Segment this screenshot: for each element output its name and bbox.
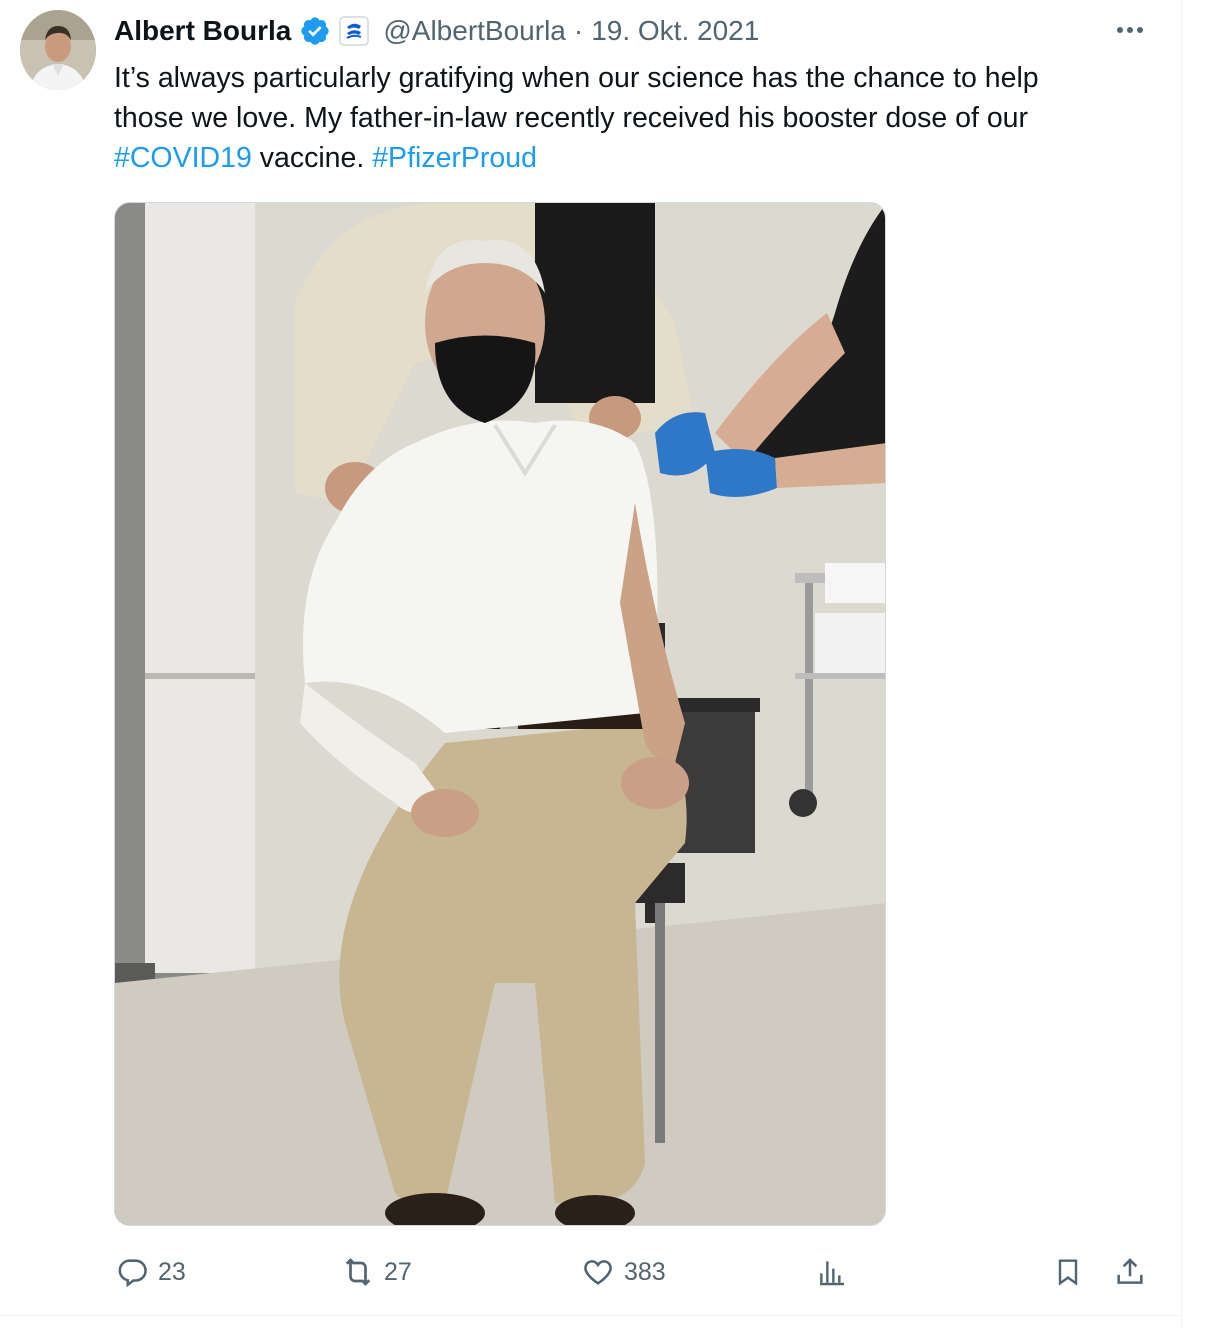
bookmark-button[interactable] [1050, 1248, 1086, 1296]
share-button[interactable] [1112, 1248, 1148, 1296]
hashtag-link[interactable]: #COVID19 [114, 142, 252, 174]
analytics-icon [814, 1254, 850, 1290]
author-display-name[interactable]: Albert Bourla [114, 15, 291, 47]
avatar[interactable] [20, 10, 96, 90]
column-divider [1181, 0, 1182, 1328]
bookmark-icon [1050, 1254, 1086, 1290]
tweet-text-line: those we love. My father-in-law recently… [114, 102, 1029, 134]
reply-count: 23 [158, 1257, 186, 1286]
tweet-text-fragment: vaccine. [251, 142, 373, 174]
tweet-card[interactable]: Albert Bourla @AlbertBourla · 19. Okt. 2… [0, 0, 1182, 1316]
tweet-text: It’s always particularly gratifying when… [114, 58, 1154, 178]
views-button[interactable] [814, 1248, 850, 1296]
verified-badge-icon[interactable] [299, 15, 331, 47]
share-icon [1112, 1254, 1148, 1290]
pfizer-affiliation-icon[interactable] [339, 16, 370, 46]
author-handle[interactable]: @AlbertBourla [383, 15, 566, 47]
heart-icon [580, 1254, 616, 1290]
tweet-photo[interactable] [114, 202, 886, 1226]
tweet-divider [0, 1315, 1182, 1316]
tweet-date[interactable]: 19. Okt. 2021 [591, 15, 759, 47]
like-button[interactable]: 383 [580, 1248, 666, 1296]
hashtag-link[interactable]: #PfizerProud [372, 142, 537, 174]
more-options-icon[interactable] [1110, 14, 1150, 46]
reply-icon [114, 1254, 150, 1290]
repost-button[interactable]: 27 [340, 1248, 412, 1296]
repost-count: 27 [384, 1257, 412, 1286]
meta-separator: · [573, 15, 584, 46]
reply-button[interactable]: 23 [114, 1248, 186, 1296]
repost-icon [340, 1254, 376, 1290]
tweet-actions: 23 27 383 [114, 1248, 1154, 1296]
like-count: 383 [624, 1257, 666, 1286]
tweet-header: Albert Bourla @AlbertBourla · 19. Okt. 2… [114, 12, 759, 50]
tweet-text-line: It’s always particularly gratifying when… [114, 62, 1039, 94]
tweet-text-line: #COVID19 vaccine. #PfizerProud [114, 138, 1154, 178]
